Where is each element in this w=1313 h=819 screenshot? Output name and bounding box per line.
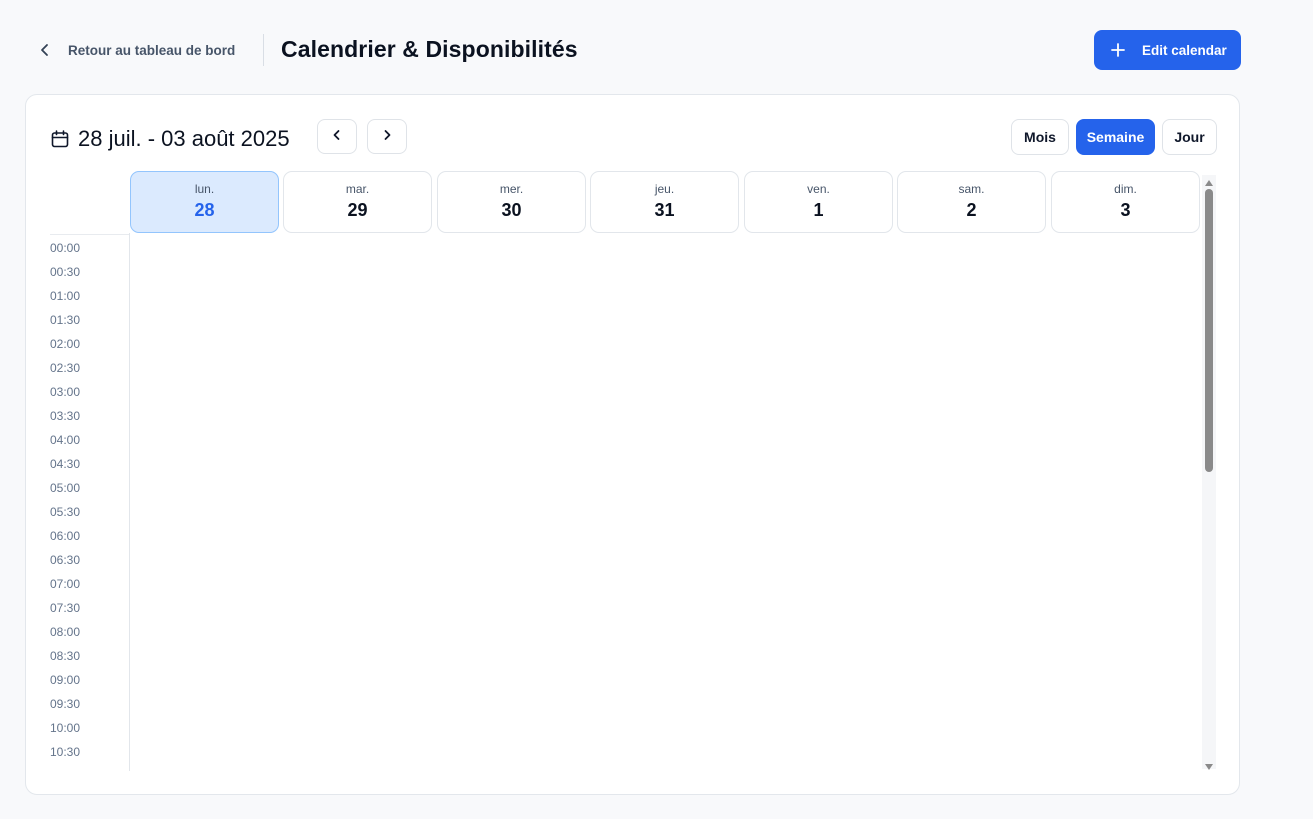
day-date: 2 — [966, 200, 977, 220]
time-slot-label: 08:00 — [50, 625, 81, 639]
day-date: 31 — [654, 200, 675, 220]
day-header-mon[interactable]: lun. 28 — [130, 171, 279, 233]
time-slot-label: 04:30 — [50, 457, 81, 471]
day-date: 30 — [501, 200, 522, 220]
time-slot-label: 05:30 — [50, 505, 81, 519]
calendar-card: 28 juil. - 03 août 2025 Mois Semaine Jou… — [25, 94, 1240, 795]
day-name: lun. — [194, 182, 215, 196]
day-name: mar. — [345, 182, 370, 196]
edit-calendar-label: Edit calendar — [1142, 42, 1227, 58]
chevron-left-icon — [36, 41, 54, 59]
date-range: 28 juil. - 03 août 2025 — [50, 125, 290, 153]
back-label: Retour au tableau de bord — [68, 42, 236, 58]
day-date: 3 — [1120, 200, 1131, 220]
day-name: sam. — [958, 182, 985, 196]
time-slot-label: 06:30 — [50, 553, 81, 567]
scroll-down-arrow-icon[interactable] — [1204, 759, 1214, 770]
time-slot-label: 01:00 — [50, 289, 81, 303]
plus-icon — [1110, 42, 1126, 58]
time-slot-label: 07:30 — [50, 601, 81, 615]
day-date: 29 — [347, 200, 368, 220]
chevron-right-icon — [381, 128, 393, 146]
day-header-sun[interactable]: dim. 3 — [1051, 171, 1200, 233]
time-slot-label: 10:00 — [50, 721, 81, 735]
time-slot-label: 10:30 — [50, 745, 81, 759]
day-header-fri[interactable]: ven. 1 — [744, 171, 893, 233]
day-header-tue[interactable]: mar. 29 — [283, 171, 432, 233]
time-slot-label: 09:30 — [50, 697, 81, 711]
chevron-left-icon — [331, 128, 343, 146]
time-slot-label: 05:00 — [50, 481, 81, 495]
calendar-icon — [50, 129, 70, 149]
day-name: dim. — [1114, 182, 1137, 196]
time-slot-label: 02:30 — [50, 361, 81, 375]
time-slot-label: 04:00 — [50, 433, 81, 447]
previous-week-button[interactable] — [317, 119, 357, 154]
time-slot-label: 03:00 — [50, 385, 81, 399]
day-date: 28 — [194, 200, 215, 220]
page-title: Calendrier & Disponibilités — [281, 36, 578, 62]
time-slot-label: 00:30 — [50, 265, 81, 279]
date-range-label: 28 juil. - 03 août 2025 — [78, 126, 290, 151]
time-slot-label: 02:00 — [50, 337, 81, 351]
back-to-dashboard-link[interactable]: Retour au tableau de bord — [36, 38, 235, 62]
time-slot-label: 09:00 — [50, 673, 81, 687]
day-header-sat[interactable]: sam. 2 — [897, 171, 1046, 233]
scroll-up-arrow-icon[interactable] — [1204, 175, 1214, 186]
time-slot-label: 00:00 — [50, 241, 81, 255]
time-slot-label: 07:00 — [50, 577, 81, 591]
view-week-button[interactable]: Semaine — [1076, 119, 1155, 155]
time-slot-label: 01:30 — [50, 313, 81, 327]
time-slot-label: 06:00 — [50, 529, 81, 543]
time-slot-label: 03:30 — [50, 409, 81, 423]
day-header-wed[interactable]: mer. 30 — [437, 171, 586, 233]
time-column-top-rule — [50, 234, 130, 235]
day-name: mer. — [499, 182, 524, 196]
view-day-button[interactable]: Jour — [1162, 119, 1217, 155]
top-bar: Retour au tableau de bord Calendrier & D… — [0, 0, 1313, 94]
time-slot-label: 08:30 — [50, 649, 81, 663]
view-month-button[interactable]: Mois — [1011, 119, 1069, 155]
header-divider — [263, 34, 264, 66]
day-name: ven. — [807, 182, 830, 196]
next-week-button[interactable] — [367, 119, 407, 154]
day-name: jeu. — [654, 182, 675, 196]
day-date: 1 — [813, 200, 824, 220]
scrollbar-thumb[interactable] — [1205, 189, 1213, 472]
edit-calendar-button[interactable]: Edit calendar — [1094, 30, 1241, 70]
day-header-thu[interactable]: jeu. 31 — [590, 171, 739, 233]
week-grid[interactable] — [130, 235, 1200, 771]
